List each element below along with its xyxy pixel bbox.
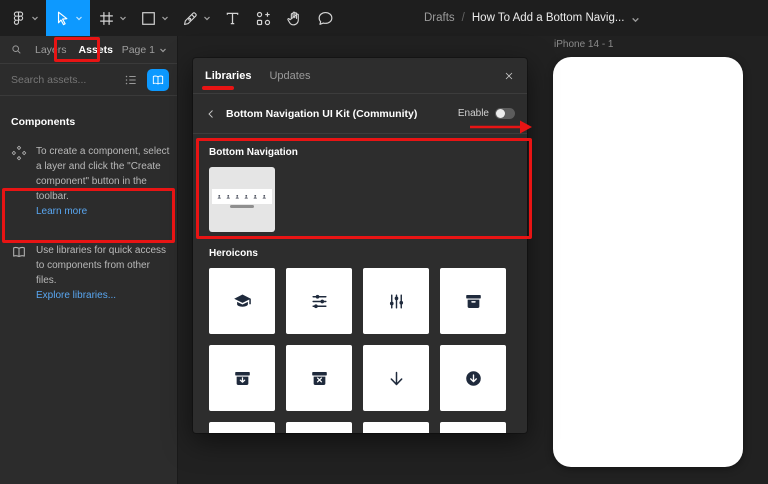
- hand-tool-icon: [285, 9, 304, 28]
- chevron-down-icon[interactable]: [31, 14, 39, 22]
- libraries-modal-tabs: Libraries Updates: [193, 58, 527, 94]
- comment-tool[interactable]: [311, 0, 340, 36]
- asset-tile-archive-box[interactable]: [440, 268, 506, 334]
- library-header: Bottom Navigation UI Kit (Community) Ena…: [193, 94, 527, 134]
- asset-tile-adjustments-vertical[interactable]: [363, 268, 429, 334]
- asset-tile-arrow-down[interactable]: [363, 345, 429, 411]
- search-icon[interactable]: [10, 43, 23, 56]
- shape-tool[interactable]: [134, 0, 174, 36]
- sidebar-tabs: Layers Assets Page 1: [0, 36, 177, 64]
- pen-tool-icon: [181, 9, 200, 28]
- search-assets-input[interactable]: Search assets...: [11, 74, 124, 86]
- breadcrumb-folder[interactable]: Drafts: [424, 12, 455, 24]
- mini-nav-item-icon: [262, 194, 267, 200]
- move-tool[interactable]: [46, 0, 90, 36]
- iphone-frame[interactable]: [553, 57, 743, 467]
- figma-menu[interactable]: [4, 0, 44, 36]
- asset-tile-academic-cap[interactable]: [209, 268, 275, 334]
- bottom-navigation-component-thumbnail[interactable]: [209, 167, 275, 232]
- asset-tile-archive-box-x-mark[interactable]: [286, 345, 352, 411]
- tab-libraries[interactable]: Libraries: [205, 70, 251, 82]
- frame-tool-icon: [97, 9, 116, 28]
- list-view-icon[interactable]: [124, 73, 138, 87]
- use-libraries-tip: Use libraries for quick access to compon…: [11, 243, 171, 303]
- component-icon: [11, 145, 27, 161]
- move-tool-icon: [53, 9, 72, 28]
- asset-tile-partial[interactable]: [363, 422, 429, 433]
- figma-menu-icon: [9, 9, 28, 28]
- home-indicator-bar: [230, 205, 254, 208]
- mini-nav-item-icon: [253, 194, 258, 200]
- academic-cap-icon: [233, 292, 252, 311]
- page-label: Page 1: [122, 44, 155, 56]
- enable-label: Enable: [458, 108, 489, 119]
- pen-tool[interactable]: [176, 0, 216, 36]
- adjustments-vertical-icon: [387, 292, 406, 311]
- asset-tile-partial[interactable]: [440, 422, 506, 433]
- shape-tool-icon: [139, 9, 158, 28]
- hand-tool[interactable]: [280, 0, 309, 36]
- components-panel: Components To create a component, select…: [0, 96, 177, 303]
- chevron-down-icon[interactable]: [631, 13, 640, 24]
- mini-nav-item-icon: [217, 194, 222, 200]
- use-libraries-tip-text: Use libraries for quick access to compon…: [36, 245, 166, 286]
- page-selector[interactable]: Page 1: [122, 44, 167, 56]
- libraries-modal: Libraries Updates Bottom Navigation UI K…: [193, 58, 527, 433]
- text-tool[interactable]: [218, 0, 247, 36]
- components-heading: Components: [11, 116, 177, 128]
- asset-tile-partial[interactable]: [286, 422, 352, 433]
- archive-box-icon: [464, 292, 483, 311]
- heroicons-grid: [209, 268, 511, 433]
- chevron-down-icon[interactable]: [119, 14, 127, 22]
- tab-layers[interactable]: Layers: [35, 44, 67, 56]
- arrow-down-circle-icon: [464, 369, 483, 388]
- tool-group: [4, 0, 340, 36]
- close-icon[interactable]: [503, 70, 515, 82]
- book-icon: [11, 244, 27, 260]
- chevron-down-icon: [159, 46, 167, 54]
- chevron-down-icon[interactable]: [161, 14, 169, 22]
- back-chevron-icon[interactable]: [205, 108, 217, 120]
- text-tool-icon: [223, 9, 242, 28]
- frame-label[interactable]: iPhone 14 - 1: [554, 39, 614, 50]
- enable-control: Enable: [458, 108, 515, 119]
- bottom-nav-preview: [212, 189, 272, 204]
- mini-nav-item-icon: [226, 194, 231, 200]
- libraries-button[interactable]: [147, 69, 169, 91]
- toggle-knob: [496, 109, 505, 118]
- chevron-down-icon[interactable]: [75, 14, 83, 22]
- mini-nav-item-icon: [235, 194, 240, 200]
- mini-nav-item-icon: [244, 194, 249, 200]
- left-sidebar: Layers Assets Page 1 Search assets... Co…: [0, 36, 178, 484]
- adjustments-horizontal-icon: [310, 292, 329, 311]
- asset-tile-adjustments-horizontal[interactable]: [286, 268, 352, 334]
- create-component-tip: To create a component, select a layer an…: [11, 144, 171, 219]
- tab-updates[interactable]: Updates: [269, 70, 310, 82]
- library-title: Bottom Navigation UI Kit (Community): [226, 108, 417, 120]
- comment-tool-icon: [316, 9, 335, 28]
- explore-libraries-link[interactable]: Explore libraries...: [36, 288, 171, 303]
- breadcrumb: Drafts / How To Add a Bottom Navig...: [424, 0, 640, 36]
- resources-tool-icon: [254, 9, 273, 28]
- breadcrumb-separator: /: [462, 12, 465, 24]
- resources-tool[interactable]: [249, 0, 278, 36]
- tab-assets[interactable]: Assets: [79, 44, 113, 56]
- section-title-bottom-navigation: Bottom Navigation: [209, 147, 527, 158]
- file-title[interactable]: How To Add a Bottom Navig...: [472, 12, 625, 24]
- arrow-down-icon: [387, 369, 406, 388]
- asset-tile-archive-box-arrow-down[interactable]: [209, 345, 275, 411]
- learn-more-link[interactable]: Learn more: [36, 204, 171, 219]
- asset-tile-arrow-down-circle[interactable]: [440, 345, 506, 411]
- assets-search-row: Search assets...: [0, 64, 177, 96]
- create-component-tip-text: To create a component, select a layer an…: [36, 146, 169, 202]
- archive-box-arrow-down-icon: [233, 369, 252, 388]
- section-title-heroicons: Heroicons: [209, 248, 527, 259]
- book-icon: [151, 73, 165, 87]
- chevron-down-icon[interactable]: [203, 14, 211, 22]
- archive-box-x-mark-icon: [310, 369, 329, 388]
- frame-tool[interactable]: [92, 0, 132, 36]
- enable-toggle[interactable]: [495, 108, 515, 119]
- top-toolbar: Drafts / How To Add a Bottom Navig...: [0, 0, 768, 36]
- asset-tile-partial[interactable]: [209, 422, 275, 433]
